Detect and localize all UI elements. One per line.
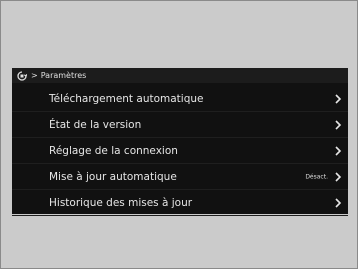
chevron-right-icon — [335, 93, 342, 104]
menu-item-version-status[interactable]: État de la version — [12, 112, 348, 138]
display-screen: > Paramètres Téléchargement automatique … — [12, 68, 348, 216]
settings-menu-list: Téléchargement automatique État de la ve… — [12, 86, 348, 216]
menu-item-update-history[interactable]: Historique des mises à jour — [12, 190, 348, 216]
menu-item-connection-settings[interactable]: Réglage de la connexion — [12, 138, 348, 164]
chevron-right-icon — [335, 119, 342, 130]
menu-item-auto-download[interactable]: Téléchargement automatique — [12, 86, 348, 112]
chevron-right-icon — [335, 197, 342, 208]
breadcrumb-separator: > — [31, 71, 38, 80]
header-bar: > Paramètres — [12, 68, 348, 83]
settings-icon[interactable] — [16, 70, 28, 82]
page-title: Paramètres — [40, 71, 87, 80]
menu-item-label: Historique des mises à jour — [49, 196, 193, 209]
chevron-right-icon — [335, 171, 342, 182]
page-frame: > Paramètres Téléchargement automatique … — [0, 0, 358, 269]
chevron-right-icon — [335, 145, 342, 156]
menu-item-auto-update[interactable]: Mise à jour automatique Désact. — [12, 164, 348, 190]
menu-item-value: Désact. — [305, 173, 328, 180]
menu-item-label: Téléchargement automatique — [49, 92, 204, 105]
menu-item-label: Mise à jour automatique — [49, 170, 177, 183]
menu-item-label: Réglage de la connexion — [49, 144, 178, 157]
menu-item-label: État de la version — [49, 118, 142, 131]
